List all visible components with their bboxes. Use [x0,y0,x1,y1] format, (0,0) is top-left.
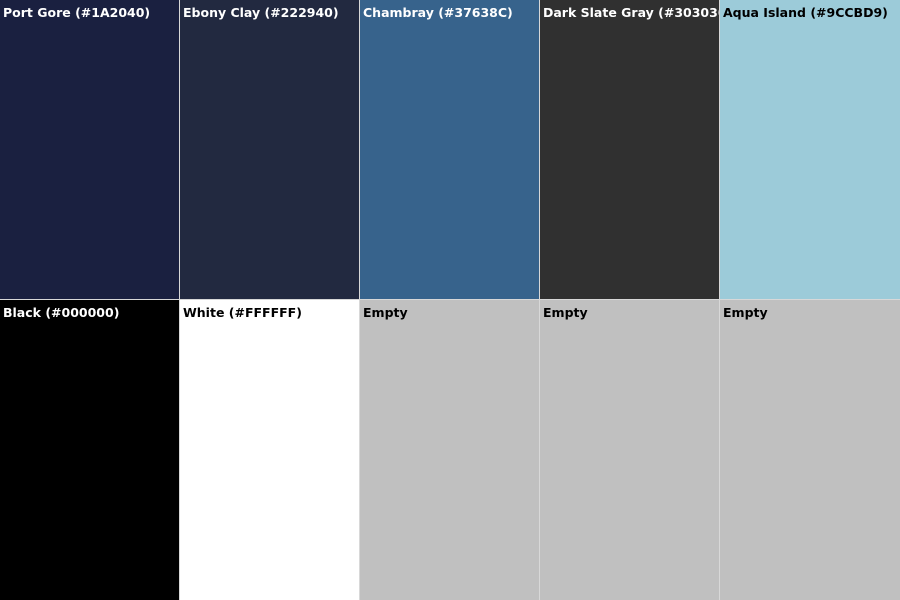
swatch-label: Empty [363,305,408,320]
color-palette-grid: Port Gore (#1A2040) Ebony Clay (#222940)… [0,0,900,600]
swatch-label: Empty [543,305,588,320]
swatch-chambray: Chambray (#37638C) [360,0,540,300]
swatch-label: Chambray (#37638C) [363,5,513,20]
swatch-white: White (#FFFFFF) [180,300,360,600]
swatch-empty: Empty [360,300,540,600]
swatch-label: Port Gore (#1A2040) [3,5,151,20]
swatch-label: Ebony Clay (#222940) [183,5,339,20]
swatch-ebony-clay: Ebony Clay (#222940) [180,0,360,300]
swatch-dark-slate-gray: Dark Slate Gray (#303030) [540,0,720,300]
swatch-label: Black (#000000) [3,305,120,320]
swatch-empty: Empty [540,300,720,600]
swatch-aqua-island: Aqua Island (#9CCBD9) [720,0,900,300]
swatch-label: Aqua Island (#9CCBD9) [723,5,888,20]
swatch-black: Black (#000000) [0,300,180,600]
swatch-label: White (#FFFFFF) [183,305,302,320]
swatch-label: Dark Slate Gray (#303030) [543,5,720,20]
swatch-empty: Empty [720,300,900,600]
swatch-label: Empty [723,305,768,320]
swatch-port-gore: Port Gore (#1A2040) [0,0,180,300]
